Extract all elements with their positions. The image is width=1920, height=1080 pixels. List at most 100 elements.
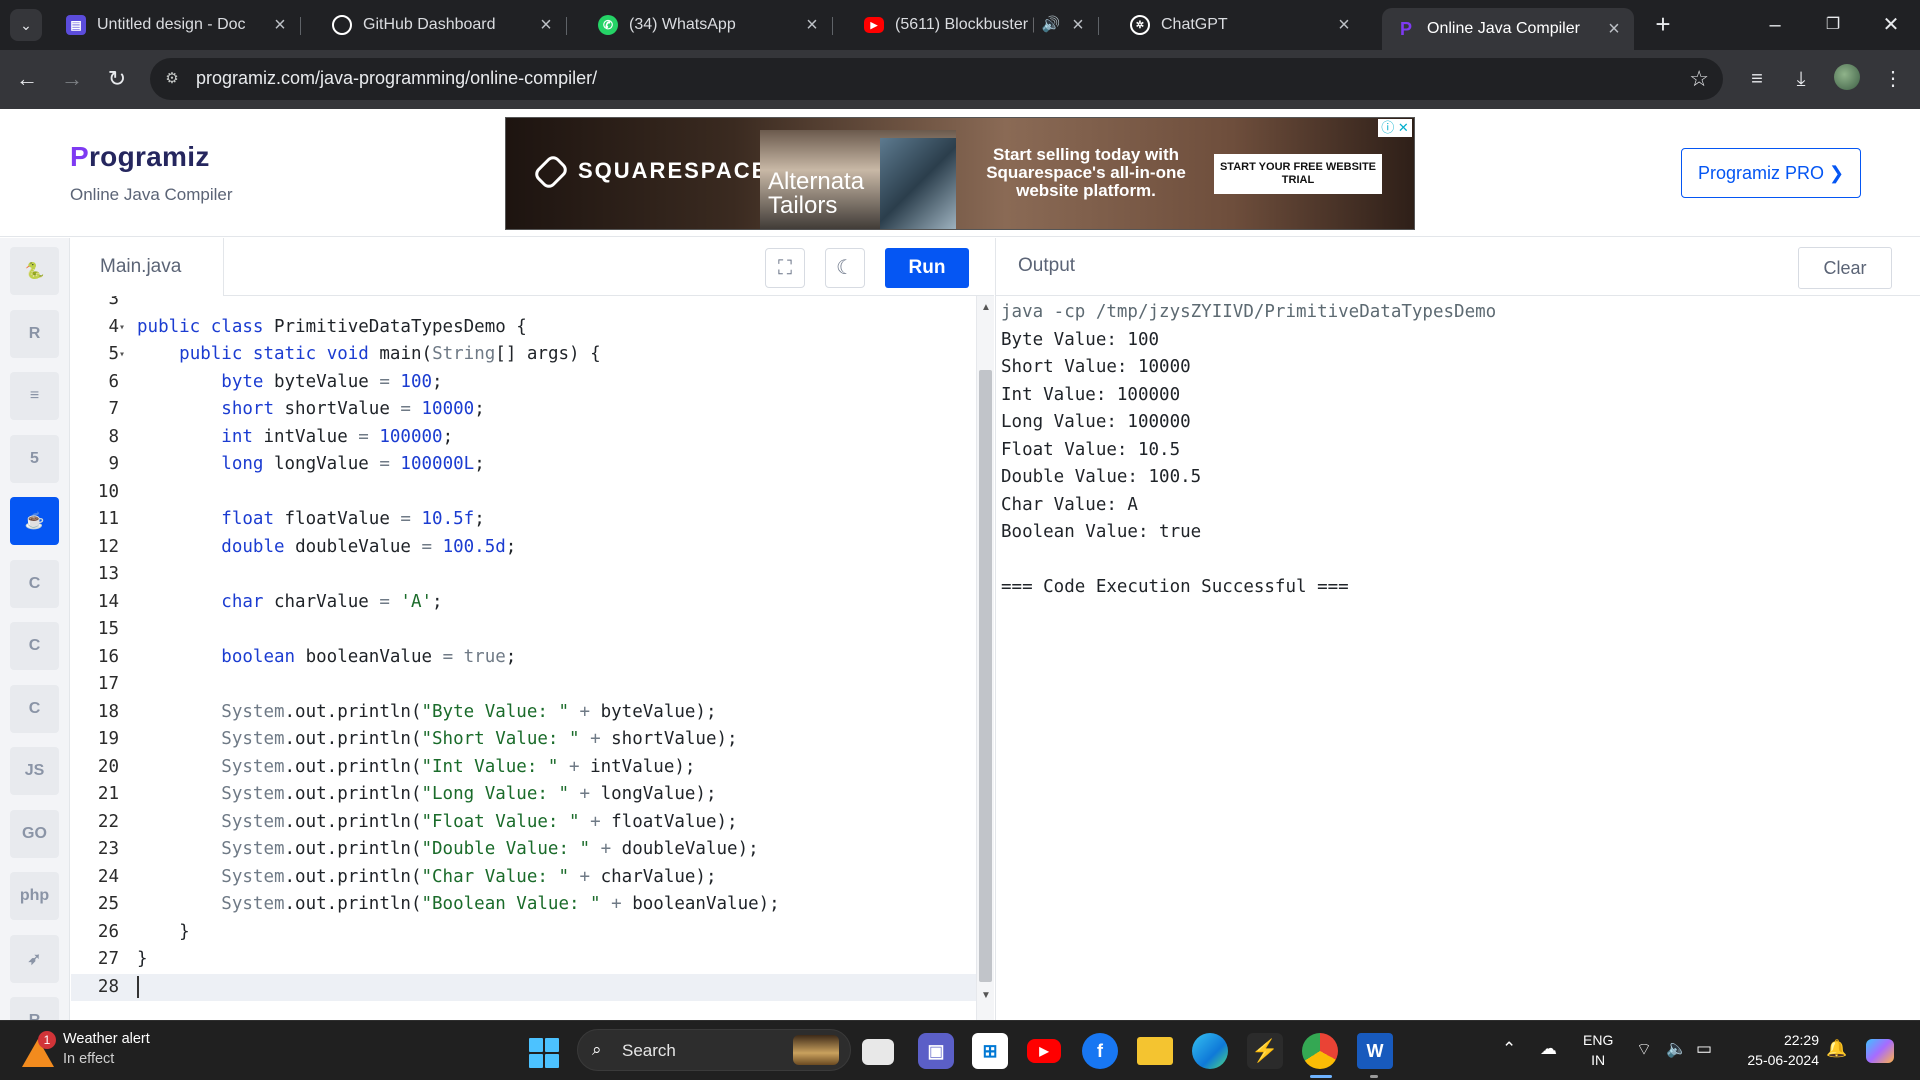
code-line[interactable]: 19 System.out.println("Short Value: " + … bbox=[71, 726, 976, 754]
tab-search-chevron-icon[interactable]: ⌄ bbox=[10, 9, 42, 41]
restore-icon[interactable]: ❐ bbox=[1818, 10, 1848, 40]
browser-tab[interactable]: ▤ Untitled design - Doc × bbox=[52, 8, 301, 42]
clear-button[interactable]: Clear bbox=[1798, 247, 1892, 289]
volume-icon[interactable]: 🔈 bbox=[1666, 1039, 1687, 1059]
code-line[interactable]: 24 System.out.println("Char Value: " + c… bbox=[71, 864, 976, 892]
programiz-logo[interactable]: Programiz bbox=[70, 141, 210, 173]
battery-icon[interactable]: ▭ bbox=[1696, 1039, 1712, 1059]
rail-item-c[interactable]: C bbox=[10, 559, 59, 608]
rail-item-js[interactable]: JS bbox=[10, 747, 59, 795]
rail-item-go[interactable]: GO bbox=[10, 809, 59, 858]
onedrive-icon[interactable]: ☁ bbox=[1540, 1039, 1557, 1059]
chrome-icon[interactable] bbox=[1302, 1033, 1338, 1069]
rail-item-sql[interactable]: ≡ bbox=[10, 372, 59, 420]
site-info-icon[interactable]: ⚙ bbox=[162, 69, 182, 89]
scroll-down-icon[interactable]: ▼ bbox=[981, 990, 991, 1001]
browser-tab-active[interactable]: P Online Java Compiler × bbox=[1382, 8, 1634, 50]
copilot-icon[interactable] bbox=[1866, 1039, 1894, 1063]
code-line[interactable]: 21 System.out.println("Long Value: " + l… bbox=[71, 781, 976, 809]
bookmark-star-icon[interactable]: ☆ bbox=[1689, 66, 1709, 92]
code-line[interactable]: 17 bbox=[71, 671, 976, 699]
code-line[interactable]: 23 System.out.println("Double Value: " +… bbox=[71, 836, 976, 864]
file-tab-main-java[interactable]: Main.java bbox=[71, 238, 224, 296]
code-line[interactable]: 11 float floatValue = 10.5f; bbox=[71, 506, 976, 534]
code-line[interactable]: 9 long longValue = 100000L; bbox=[71, 451, 976, 479]
fullscreen-icon[interactable]: ⛶ bbox=[765, 248, 805, 288]
back-icon[interactable]: ← bbox=[12, 64, 42, 94]
code-line[interactable]: 27} bbox=[71, 946, 976, 974]
reload-icon[interactable]: ↻ bbox=[102, 64, 132, 94]
close-tab-icon[interactable]: × bbox=[270, 15, 290, 35]
window-close-icon[interactable]: ✕ bbox=[1876, 10, 1906, 40]
rail-item-html[interactable]: 5 bbox=[10, 434, 59, 483]
facebook-icon[interactable]: f bbox=[1082, 1033, 1118, 1069]
code-line[interactable]: 20 System.out.println("Int Value: " + in… bbox=[71, 754, 976, 782]
new-tab-icon[interactable]: + bbox=[1650, 11, 1676, 38]
scroll-up-icon[interactable]: ▲ bbox=[981, 302, 991, 313]
weather-alert-icon[interactable]: 1 bbox=[22, 1031, 56, 1067]
ad-close-icon[interactable]: ⓘ ✕ bbox=[1378, 119, 1412, 137]
youtube-app-icon[interactable]: ▶ bbox=[1027, 1039, 1061, 1063]
close-tab-icon[interactable]: × bbox=[1068, 15, 1088, 35]
rail-item-swift[interactable]: ➶ bbox=[10, 934, 59, 983]
editor-scrollbar[interactable]: ▲ ▼ bbox=[976, 296, 994, 1020]
fold-arrow-icon[interactable]: ▾ bbox=[119, 341, 133, 369]
code-line[interactable]: 5▾ public static void main(String[] args… bbox=[71, 341, 976, 369]
rail-item-r[interactable]: R bbox=[10, 309, 59, 358]
code-line[interactable]: 26 } bbox=[71, 919, 976, 947]
rail-item-python[interactable]: 🐍 bbox=[10, 247, 59, 295]
run-button[interactable]: Run bbox=[885, 248, 969, 288]
system-clock[interactable]: 22:29 25-06-2024 bbox=[1737, 1030, 1819, 1070]
dark-mode-moon-icon[interactable]: ☾ bbox=[825, 248, 865, 288]
notification-bell-icon[interactable]: 🔔 bbox=[1826, 1039, 1847, 1059]
code-line[interactable]: 25 System.out.println("Boolean Value: " … bbox=[71, 891, 976, 919]
code-line[interactable]: 28 bbox=[71, 973, 976, 1001]
url-text[interactable]: programiz.com/java-programming/online-co… bbox=[196, 68, 597, 89]
code-line[interactable]: 22 System.out.println("Float Value: " + … bbox=[71, 809, 976, 837]
rail-item-php[interactable]: php bbox=[10, 872, 59, 920]
speaker-icon[interactable]: 🔊 bbox=[1034, 15, 1068, 35]
scrollbar-thumb[interactable] bbox=[979, 370, 992, 982]
browser-tab[interactable]: GitHub Dashboard × bbox=[318, 8, 567, 42]
teams-icon[interactable]: ▣ bbox=[918, 1033, 954, 1069]
media-controls-icon[interactable]: ≡ bbox=[1742, 64, 1772, 94]
code-editor[interactable]: 3 4▾ public class PrimitiveDataTypesDemo {… bbox=[71, 296, 976, 1020]
code-line[interactable]: 4▾ public class PrimitiveDataTypesDemo { bbox=[71, 314, 976, 342]
task-view-icon[interactable] bbox=[862, 1039, 894, 1065]
code-line[interactable]: 7 short shortValue = 10000; bbox=[71, 396, 976, 424]
code-line[interactable]: 18 System.out.println("Byte Value: " + b… bbox=[71, 699, 976, 727]
pattern-app-icon[interactable]: ⚡ bbox=[1247, 1033, 1283, 1069]
profile-avatar[interactable] bbox=[1834, 64, 1860, 90]
rail-item-csharp[interactable]: C bbox=[10, 684, 59, 733]
ad-cta-button[interactable]: START YOUR FREE WEBSITE TRIAL bbox=[1214, 154, 1382, 194]
code-line[interactable]: 3 bbox=[71, 296, 976, 314]
close-tab-icon[interactable]: × bbox=[802, 15, 822, 35]
weather-title[interactable]: Weather alert bbox=[63, 1031, 150, 1047]
advertisement-banner[interactable]: SQUARESPACE Alternata Tailors Start selli… bbox=[505, 117, 1415, 230]
code-line[interactable]: 16 boolean booleanValue = true; bbox=[71, 644, 976, 672]
edge-icon[interactable] bbox=[1192, 1033, 1228, 1069]
fold-arrow-icon[interactable]: ▾ bbox=[119, 314, 133, 342]
browser-tab[interactable]: ✲ ChatGPT × bbox=[1116, 8, 1364, 42]
forward-icon[interactable]: → bbox=[57, 64, 87, 94]
wifi-icon[interactable]: ⌔ bbox=[1636, 1039, 1652, 1060]
show-hidden-icons-chevron-icon[interactable]: ⌃ bbox=[1502, 1039, 1516, 1059]
taskbar-search[interactable]: ⌕ Search bbox=[577, 1029, 851, 1071]
code-line[interactable]: 10 bbox=[71, 479, 976, 507]
code-line[interactable]: 13 bbox=[71, 561, 976, 589]
rail-item-java[interactable]: ☕ bbox=[10, 497, 59, 545]
minimize-icon[interactable]: – bbox=[1760, 10, 1790, 40]
browser-tab[interactable]: ✆ (34) WhatsApp × bbox=[584, 8, 833, 42]
menu-kebab-icon[interactable]: ⋮ bbox=[1878, 64, 1908, 94]
weather-subtitle[interactable]: In effect bbox=[63, 1051, 114, 1067]
close-tab-icon[interactable]: × bbox=[536, 15, 556, 35]
close-tab-icon[interactable]: × bbox=[1334, 15, 1354, 35]
rail-item-rust[interactable]: R bbox=[10, 997, 59, 1020]
word-icon[interactable]: W bbox=[1357, 1033, 1393, 1069]
download-icon[interactable]: ⤓ bbox=[1786, 64, 1816, 94]
programiz-pro-button[interactable]: Programiz PRO ❯ bbox=[1681, 148, 1861, 198]
input-language[interactable]: ENG IN bbox=[1583, 1030, 1613, 1070]
close-tab-icon[interactable]: × bbox=[1604, 19, 1624, 39]
browser-tab[interactable]: ▶ (5611) Blockbuster [4K] 🔊 × bbox=[850, 8, 1099, 42]
code-line[interactable]: 8 int intValue = 100000; bbox=[71, 424, 976, 452]
